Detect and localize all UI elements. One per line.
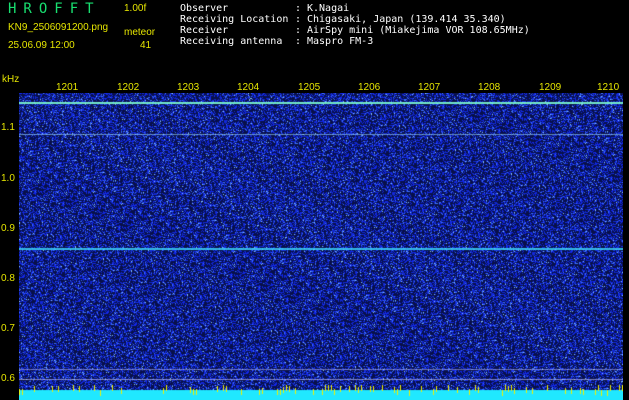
y-tick-label: 0.8 [1,273,15,284]
x-tick-label: 1204 [237,82,260,93]
x-tick-label: 1202 [117,82,140,93]
info-value: K.Nagai [307,3,350,14]
app-title: HROFFT [8,1,101,17]
spectrogram [19,93,623,400]
spectrogram-canvas [19,93,623,400]
info-value: Maspro FM-3 [307,36,374,47]
info-row-observer: Observer: K.Nagai [180,3,530,14]
info-label: Observer [180,3,229,14]
y-tick-label: 0.7 [1,323,15,334]
x-tick-label: 1207 [418,82,441,93]
info-separator: : [295,14,302,25]
datetime-label: 25.06.09 12:00 [8,40,75,51]
y-axis-unit: kHz [2,74,20,85]
x-tick-label: 1210 [597,82,620,93]
y-tick-label: 0.9 [1,223,15,234]
info-value: Chigasaki, Japan (139.414 35.340) [307,14,506,25]
mode-label: meteor [124,27,156,38]
x-tick-label: 1208 [478,82,501,93]
x-tick-label: 1206 [358,82,381,93]
x-tick-label: 1203 [177,82,200,93]
version-label: 1.00f [124,3,147,14]
header: HROFFT 1.00f KN9_2506091200.png meteor 2… [0,0,629,75]
x-tick-label: 1201 [56,82,79,93]
filename-label: KN9_2506091200.png [8,22,109,33]
info-row-receiver: Receiver: AirSpy mini (Miakejima VOR 108.… [180,25,530,36]
info-label: Receiver [180,25,229,36]
info-row-antenna: Receiving antenna: Maspro FM-3 [180,36,530,47]
info-separator: : [295,25,302,36]
x-tick-label: 1209 [539,82,562,93]
y-tick-label: 0.6 [1,373,15,384]
x-tick-label: 1205 [298,82,321,93]
count-label: 41 [140,40,152,51]
info-value: AirSpy mini (Miakejima VOR 108.65MHz) [307,25,530,36]
y-tick-label: 1.1 [1,122,15,133]
y-tick-label: 1.0 [1,173,15,184]
info-separator: : [295,3,302,14]
info-row-location: Receiving Location: Chigasaki, Japan (139… [180,14,530,25]
info-label: Receiving antenna [180,36,283,47]
info-separator: : [295,36,302,47]
info-label: Receiving Location [180,14,289,25]
station-info: Observer: K.Nagai Receiving Location: Chig… [180,3,530,47]
